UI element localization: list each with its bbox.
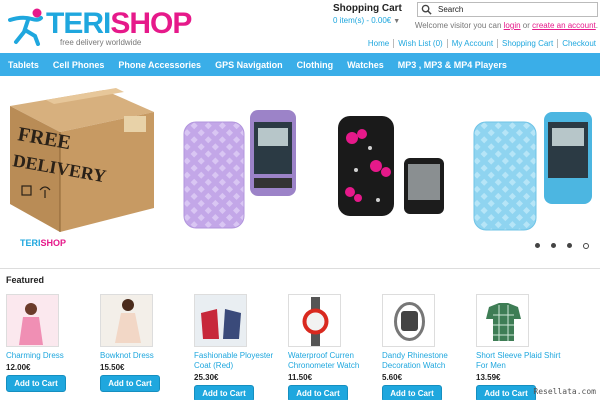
slider-dot-1[interactable]: [535, 243, 540, 248]
product-image[interactable]: [382, 294, 435, 347]
login-link[interactable]: login: [504, 21, 521, 30]
product-image[interactable]: [194, 294, 247, 347]
add-to-cart-button[interactable]: Add to Cart: [382, 385, 442, 400]
product-name[interactable]: Dandy Rhinestone Decoration Watch: [382, 351, 472, 371]
featured-section: Featured Charming Dress 12.00€ Add to Ca…: [0, 268, 600, 400]
create-account-link[interactable]: create an account: [532, 21, 596, 30]
top-links: Home Wish List (0) My Account Shopping C…: [364, 39, 596, 48]
slider-dots[interactable]: [535, 243, 600, 249]
free-delivery-box-image: FREE DELIVERY: [10, 88, 154, 232]
chevron-down-icon: ▼: [393, 18, 401, 25]
nav-gps-navigation[interactable]: GPS Navigation: [215, 60, 283, 70]
butterfly-phone-case-image: [338, 116, 444, 216]
product-price: 5.60€: [382, 373, 403, 382]
add-to-cart-button[interactable]: Add to Cart: [6, 375, 66, 392]
product-image[interactable]: [100, 294, 153, 347]
welcome-suffix: .: [595, 21, 598, 30]
add-to-cart-button[interactable]: Add to Cart: [194, 385, 254, 400]
purple-phone-case-image: [183, 110, 296, 229]
product-card: Dandy Rhinestone Decoration Watch 5.60€ …: [382, 294, 472, 400]
search-input[interactable]: Search: [438, 5, 463, 14]
product-price: 13.59€: [476, 373, 501, 382]
featured-title: Featured: [6, 275, 45, 285]
banner-logo-teri: TERI: [20, 238, 41, 248]
nav-clothing[interactable]: Clothing: [297, 60, 334, 70]
product-name[interactable]: Waterproof Curren Chronometer Watch: [288, 351, 378, 371]
logo-tagline: free delivery worldwide: [60, 38, 142, 47]
banner-slider[interactable]: FREE DELIVERY TERISHOP: [0, 80, 600, 264]
product-name[interactable]: Short Sleeve Plaid Shirt For Men: [476, 351, 566, 371]
product-price: 25.30€: [194, 373, 219, 382]
welcome-prefix: Welcome visitor you can: [414, 21, 502, 30]
nav-watches[interactable]: Watches: [347, 60, 384, 70]
logo-wordmark: TERISHOP: [46, 7, 192, 40]
product-name[interactable]: Fashionable Ployester Coat (Red): [194, 351, 284, 371]
search-box[interactable]: Search: [417, 2, 598, 17]
product-card: Waterproof Curren Chronometer Watch 11.5…: [288, 294, 378, 400]
watermark-text: Resellata.com: [533, 387, 596, 396]
toplink-checkout[interactable]: Checkout: [558, 39, 596, 48]
toplink-wishlist[interactable]: Wish List (0): [394, 39, 448, 48]
product-card: Fashionable Ployester Coat (Red) 25.30€ …: [194, 294, 284, 400]
welcome-or: or: [522, 21, 530, 30]
slider-dot-3[interactable]: [567, 243, 572, 248]
blue-phone-case-image: [473, 112, 592, 231]
slider-dot-2[interactable]: [551, 243, 556, 248]
cart-summary[interactable]: 0 item(s) - 0.00€ ▼: [333, 16, 413, 25]
add-to-cart-button[interactable]: Add to Cart: [476, 385, 536, 400]
search-icon[interactable]: [421, 4, 432, 15]
main-nav: Tablets Cell Phones Phone Accessories GP…: [0, 53, 600, 76]
product-price: 15.50€: [100, 363, 125, 372]
banner-logo-shop: SHOP: [40, 238, 67, 248]
product-image[interactable]: [476, 294, 529, 347]
nav-cell-phones[interactable]: Cell Phones: [53, 60, 105, 70]
product-name[interactable]: Charming Dress: [6, 351, 96, 361]
add-to-cart-button[interactable]: Add to Cart: [288, 385, 348, 400]
site-logo[interactable]: TERISHOP free delivery worldwide: [8, 6, 192, 47]
product-price: 11.50€: [288, 373, 313, 382]
cart-title: Shopping Cart: [333, 3, 402, 14]
logo-shop: SHOP: [110, 7, 192, 40]
cart-items-text: 0 item(s) - 0.00€: [333, 16, 392, 25]
toplink-home[interactable]: Home: [364, 39, 395, 48]
toplink-account[interactable]: My Account: [448, 39, 499, 48]
product-price: 12.00€: [6, 363, 31, 372]
nav-phone-accessories[interactable]: Phone Accessories: [118, 60, 201, 70]
product-card: Bowknot Dress 15.50€ Add to Cart: [100, 294, 190, 392]
product-image[interactable]: [288, 294, 341, 347]
add-to-cart-button[interactable]: Add to Cart: [100, 375, 160, 392]
toplink-cart[interactable]: Shopping Cart: [498, 39, 559, 48]
product-image[interactable]: [6, 294, 59, 347]
product-card: Charming Dress 12.00€ Add to Cart: [6, 294, 96, 392]
slider-dot-4[interactable]: [583, 243, 589, 249]
nav-tablets[interactable]: Tablets: [8, 60, 39, 70]
welcome-message: Welcome visitor you can login or create …: [415, 21, 598, 30]
header-cart[interactable]: Shopping Cart 0 item(s) - 0.00€ ▼: [333, 3, 413, 25]
logo-figure-icon: [8, 8, 43, 46]
site-header: TERISHOP free delivery worldwide Shoppin…: [0, 0, 600, 53]
product-card: Short Sleeve Plaid Shirt For Men 13.59€ …: [476, 294, 566, 400]
logo-teri: TERI: [46, 7, 111, 40]
banner-logo: TERISHOP: [20, 238, 66, 248]
product-name[interactable]: Bowknot Dress: [100, 351, 190, 361]
nav-mp3-players[interactable]: MP3 , MP3 & MP4 Players: [398, 60, 507, 70]
